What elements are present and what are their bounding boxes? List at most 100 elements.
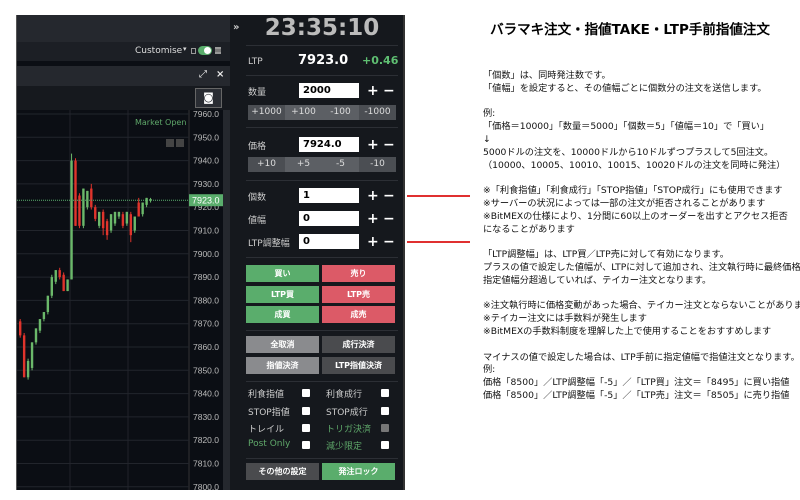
notes-line: ※サーバーの状況によっては一部の注文が拒否されることがあります [483, 197, 766, 209]
option-label: Post Only [248, 439, 291, 449]
candle [38, 319, 42, 331]
option-checkbox[interactable] [302, 389, 310, 397]
price-step-button[interactable]: -5 [322, 157, 359, 172]
notes-line [483, 96, 800, 109]
price-plus-button[interactable]: + [367, 138, 379, 152]
option-checkbox[interactable] [381, 407, 389, 415]
candle [133, 216, 136, 231]
y-tick-label: 7960.0 [193, 110, 219, 119]
option-checkbox[interactable] [381, 441, 389, 449]
collapse-icon[interactable]: » [233, 22, 239, 33]
buy-button[interactable]: 買い [246, 265, 319, 282]
market-status: Market Open [135, 118, 187, 127]
square-icon [191, 48, 196, 54]
market-sell-button[interactable]: 成売 [322, 306, 395, 323]
price-step-button[interactable]: -10 [359, 157, 396, 172]
candle [105, 221, 109, 236]
notes-line: マイナスの値で設定した場合は、LTP手前に指定値幅で指値注文となります。 [483, 351, 800, 363]
option-checkbox[interactable] [381, 389, 389, 397]
width-plus-button[interactable]: + [367, 212, 379, 226]
width-input[interactable]: 0 [299, 211, 359, 226]
count-input[interactable]: 1 [299, 188, 359, 203]
option-checkbox[interactable] [302, 407, 310, 415]
sell-button[interactable]: 売り [322, 265, 395, 282]
notes-line [483, 172, 800, 185]
qty-step-button[interactable]: +1000 [248, 105, 285, 120]
toggle-switch[interactable] [198, 46, 212, 55]
candle [141, 202, 144, 215]
y-tick-label: 7940.0 [193, 156, 219, 166]
candle [34, 328, 38, 343]
option-checkbox[interactable] [302, 441, 310, 449]
qty-input[interactable]: 2000 [299, 83, 359, 98]
y-tick-label: 7890.0 [193, 272, 219, 282]
candle [145, 197, 148, 205]
chart-button [166, 139, 174, 147]
chevron-down-icon: ▾ [183, 45, 187, 53]
list-icon [215, 47, 221, 54]
market-buy-button[interactable]: 成買 [246, 306, 319, 323]
limit-close-button[interactable]: 指値決済 [246, 357, 319, 374]
other-settings-button[interactable]: その他の設定 [246, 463, 319, 480]
notes-line: 価格「8500」／LTP調整幅「-5」／「LTP売」注文＝「8505」に売り指値 [483, 389, 790, 401]
notes-line: ※BitMEXの手数料制度を理解した上で使用することをおすすめします [483, 325, 772, 337]
qty-plus-button[interactable]: + [367, 84, 379, 98]
customise-menu[interactable]: Customise [135, 46, 182, 56]
price-minus-button[interactable]: − [383, 138, 395, 152]
ltp-label: LTP [248, 57, 263, 67]
adj-input[interactable]: 0 [299, 234, 359, 249]
cancel-all-button[interactable]: 全取消 [246, 336, 319, 353]
width-label: 値幅 [248, 216, 267, 226]
order-lock-button[interactable]: 発注ロック [322, 463, 395, 480]
y-tick-label: 7820.0 [193, 435, 219, 445]
camera-icon[interactable]: ◙ [195, 88, 222, 108]
option-checkbox[interactable] [302, 424, 310, 432]
y-tick-label: 7880.0 [193, 295, 219, 305]
notes-line: 「価格＝10000」「数量＝5000」「個数＝5」「値幅＝10」で「買い」 [483, 121, 770, 133]
adj-minus-button[interactable]: − [383, 235, 395, 249]
candle [22, 335, 26, 378]
price-chart[interactable]: 7960.07950.07940.07930.07920.07910.07900… [17, 110, 230, 490]
count-label: 個数 [248, 193, 267, 203]
notes-line: ※注文執行時に価格変動があった場合、テイカー注文とならないことがあります [483, 300, 800, 312]
ltp-sell-button[interactable]: LTP売 [322, 286, 395, 303]
adj-plus-button[interactable]: + [367, 235, 379, 249]
chart-scroll-strip [223, 110, 230, 490]
price-step-button[interactable]: +5 [285, 157, 322, 172]
ltp-buy-button[interactable]: LTP買 [246, 286, 319, 303]
ltp-limit-close-button[interactable]: LTP指値決済 [322, 357, 395, 374]
notes-line: 価格「8500」／LTP調整幅「-5」／「LTP買」注文＝「8495」に買い指値 [483, 377, 790, 389]
notes-line: 例: [483, 108, 496, 120]
candle [42, 312, 46, 320]
notes-line [483, 236, 800, 249]
notes-line [483, 339, 800, 352]
width-minus-button[interactable]: − [383, 212, 395, 226]
y-tick-label: 7910.0 [193, 226, 219, 236]
notes-line: 「LTP調整幅」は、LTP買／LTP売に対して有効になります。 [483, 249, 729, 261]
clock: 23:35:10 [264, 15, 380, 41]
candle [50, 277, 53, 296]
qty-step-button[interactable]: -1000 [359, 105, 396, 120]
chart-toolbar: Customise ▾ [17, 42, 230, 61]
notes-line: ※テイカー注文には手数料が発生します [483, 313, 647, 325]
count-plus-button[interactable]: + [367, 189, 379, 203]
close-icon[interactable]: × [216, 69, 224, 80]
notes-line: 5000ドルの注文を、10000ドルから10ドルずつプラスして5回注文。 [483, 146, 774, 158]
candle [66, 279, 69, 292]
annotation-line [407, 195, 470, 197]
count-minus-button[interactable]: − [383, 189, 395, 203]
y-tick-label: 7810.0 [193, 459, 219, 469]
order-panel: » 23:35:10 LTP 7923.0 +0.46 数量 2000 + − … [230, 15, 405, 490]
qty-step-button[interactable]: +100 [285, 105, 322, 120]
candle [98, 211, 101, 226]
market-close-button[interactable]: 成行決済 [322, 336, 395, 353]
price-input[interactable]: 7924.0 [299, 137, 359, 152]
notes-line: ↓ [483, 133, 491, 145]
qty-minus-button[interactable]: − [383, 84, 395, 98]
notes-line: プラスの値で設定した値幅が、LTPに対して追加され、注文執行時に最終価格よりも [483, 261, 800, 273]
expand-icon[interactable]: ⤢ [199, 69, 207, 80]
price-step-button[interactable]: +10 [248, 157, 285, 172]
candle [94, 207, 97, 219]
y-tick-label: 7860.0 [193, 342, 219, 352]
qty-step-button[interactable]: -100 [322, 105, 359, 120]
